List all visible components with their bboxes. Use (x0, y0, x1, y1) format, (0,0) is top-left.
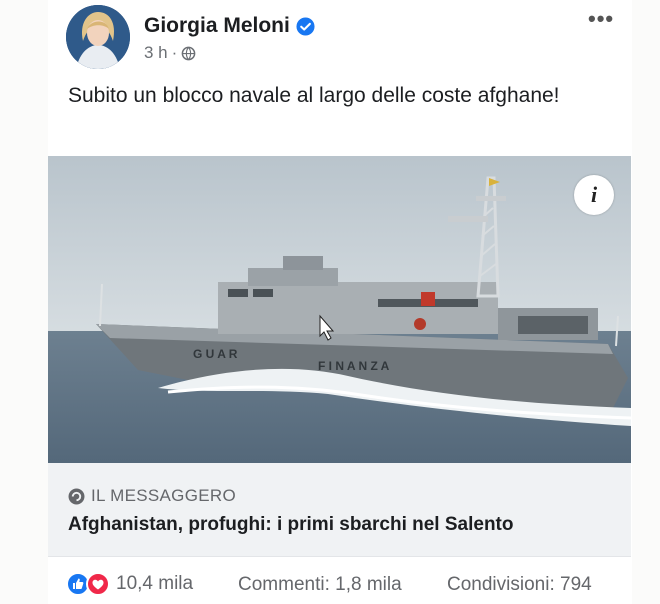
shares-count[interactable]: Condivisioni: 794 (447, 574, 592, 596)
link-preview-image[interactable]: G U A R F I N A N Z A (48, 156, 631, 463)
post-meta: 3 h · (144, 43, 196, 63)
comments-count[interactable]: Commenti: 1,8 mila (238, 574, 402, 596)
author-name[interactable]: Giorgia Meloni (144, 14, 315, 38)
link-source: IL MESSAGGERO (68, 486, 236, 506)
hull-text-left: G U A R (193, 347, 238, 361)
link-source-icon (68, 488, 85, 504)
post-time[interactable]: 3 h (144, 43, 168, 63)
link-preview-box[interactable] (48, 463, 631, 557)
reaction-icons (66, 572, 110, 596)
reactions-count[interactable]: 10,4 mila (116, 573, 193, 595)
meta-separator: · (171, 43, 178, 62)
reactions-summary[interactable]: 10,4 mila (66, 572, 193, 596)
patrol-boat-photo: G U A R F I N A N Z A (48, 156, 631, 463)
globe-icon (181, 46, 196, 60)
link-headline[interactable]: Afghanistan, profughi: i primi sbarchi n… (68, 514, 513, 536)
more-options-icon[interactable]: ••• (588, 6, 614, 32)
author-name-text[interactable]: Giorgia Meloni (144, 14, 290, 38)
hull-text-right: F I N A N Z A (318, 359, 390, 373)
love-icon (86, 572, 110, 596)
post-text: Subito un blocco navale al largo delle c… (68, 84, 560, 107)
link-source-label: IL MESSAGGERO (91, 486, 236, 505)
author-avatar[interactable] (66, 5, 130, 69)
info-icon[interactable]: i (574, 175, 614, 215)
verified-badge-icon (296, 16, 315, 36)
avatar-photo (66, 5, 130, 69)
